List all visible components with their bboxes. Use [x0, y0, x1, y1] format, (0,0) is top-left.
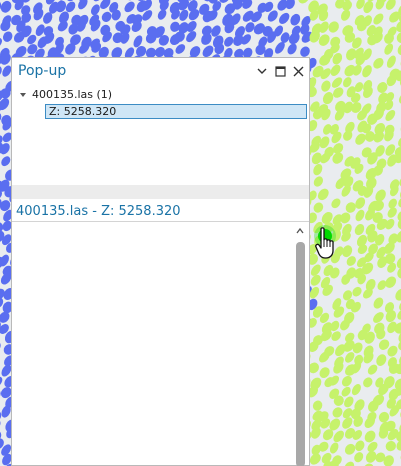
- popup-panel: Pop-up 400135.las (1) Z: 5258.320 400135…: [11, 57, 310, 466]
- feature-tree: 400135.las (1) Z: 5258.320: [12, 86, 309, 186]
- tree-root-label: 400135.las (1): [32, 88, 113, 101]
- splitter[interactable]: [12, 185, 309, 199]
- popup-title: Pop-up: [18, 63, 67, 79]
- chevron-down-icon[interactable]: [255, 64, 269, 78]
- scroll-up-arrow-icon[interactable]: [295, 226, 305, 236]
- hand-pointer-cursor-icon: [315, 227, 334, 259]
- popup-titlebar: Pop-up: [12, 58, 309, 86]
- tree-child-item-selected[interactable]: Z: 5258.320: [45, 104, 307, 119]
- close-icon[interactable]: [291, 64, 305, 78]
- tree-root-item[interactable]: 400135.las (1): [18, 88, 112, 101]
- detail-divider: [12, 221, 309, 222]
- scrollbar-thumb[interactable]: [296, 242, 305, 466]
- tree-expand-caret-icon[interactable]: [18, 90, 28, 100]
- detail-title: 400135.las - Z: 5258.320: [16, 204, 181, 219]
- maximize-icon[interactable]: [273, 64, 287, 78]
